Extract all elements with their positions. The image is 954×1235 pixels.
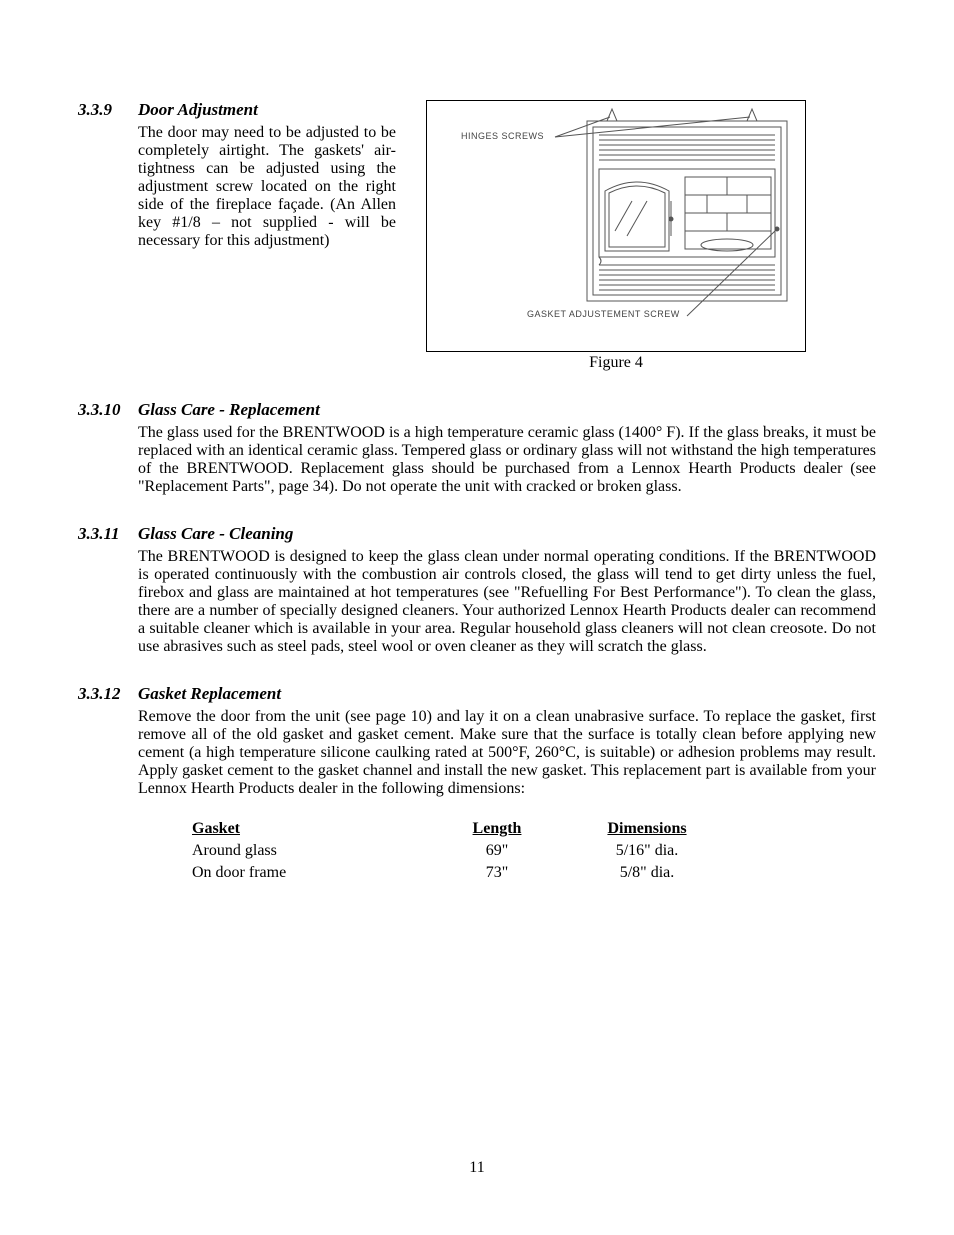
cell-gasket: On door frame (192, 862, 422, 884)
diagram-label-hinges: HINGES SCREWS (461, 131, 544, 141)
header-gasket: Gasket (192, 818, 422, 840)
section-number: 3.3.12 (78, 684, 138, 704)
page-number: 11 (0, 1159, 954, 1177)
section-339-row: 3.3.9 Door Adjustment The door may need … (78, 100, 876, 372)
body-3311: The BRENTWOOD is designed to keep the gl… (138, 548, 876, 656)
header-dimensions: Dimensions (572, 818, 722, 840)
section-3310: 3.3.10 Glass Care - Replacement The glas… (78, 400, 876, 496)
figure-4-diagram: HINGES SCREWS GASKET ADJUSTEMENT SCREW (426, 100, 806, 352)
document-page: 3.3.9 Door Adjustment The door may need … (0, 0, 954, 1235)
section-3312: 3.3.12 Gasket Replacement Remove the doo… (78, 684, 876, 884)
heading-3312: 3.3.12 Gasket Replacement (78, 684, 876, 704)
cell-dimensions: 5/16" dia. (572, 840, 722, 862)
section-number: 3.3.9 (78, 100, 138, 120)
gasket-table: Gasket Length Dimensions Around glass 69… (192, 818, 876, 884)
body-3312: Remove the door from the unit (see page … (138, 708, 876, 798)
cell-dimensions: 5/8" dia. (572, 862, 722, 884)
cell-gasket: Around glass (192, 840, 422, 862)
section-3311: 3.3.11 Glass Care - Cleaning The BRENTWO… (78, 524, 876, 656)
section-title: Glass Care - Cleaning (138, 524, 293, 544)
table-row: Around glass 69" 5/16" dia. (192, 840, 722, 862)
table-header-row: Gasket Length Dimensions (192, 818, 722, 840)
section-number: 3.3.10 (78, 400, 138, 420)
figure-caption: Figure 4 (426, 354, 806, 372)
section-number: 3.3.11 (78, 524, 138, 544)
section-title: Door Adjustment (138, 100, 258, 120)
body-339: The door may need to be adjusted to be c… (138, 124, 396, 250)
figure-4-container: HINGES SCREWS GASKET ADJUSTEMENT SCREW F… (426, 100, 876, 372)
cell-length: 69" (422, 840, 572, 862)
body-3310: The glass used for the BRENTWOOD is a hi… (138, 424, 876, 496)
heading-3310: 3.3.10 Glass Care - Replacement (78, 400, 876, 420)
table-row: On door frame 73" 5/8" dia. (192, 862, 722, 884)
section-339-left: 3.3.9 Door Adjustment The door may need … (78, 100, 396, 250)
cell-length: 73" (422, 862, 572, 884)
heading-339: 3.3.9 Door Adjustment (78, 100, 396, 120)
heading-3311: 3.3.11 Glass Care - Cleaning (78, 524, 876, 544)
header-length: Length (422, 818, 572, 840)
section-title: Gasket Replacement (138, 684, 281, 704)
section-title: Glass Care - Replacement (138, 400, 320, 420)
diagram-label-gasket: GASKET ADJUSTEMENT SCREW (527, 309, 680, 319)
